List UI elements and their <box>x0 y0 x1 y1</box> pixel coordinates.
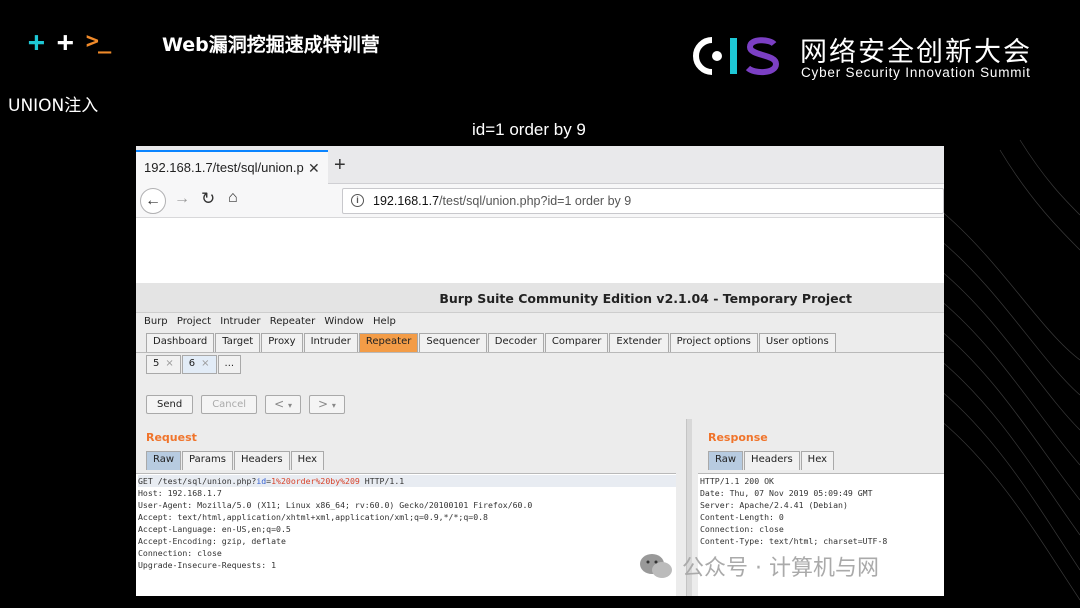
response-line: Date: Thu, 07 Nov 2019 05:09:49 GMT <box>700 488 873 498</box>
request-header-line: Upgrade-Insecure-Requests: 1 <box>138 560 277 570</box>
request-title: Request <box>146 431 197 444</box>
plus-icon: + <box>28 24 45 58</box>
response-tab-headers[interactable]: Headers <box>744 451 800 470</box>
close-icon[interactable]: × <box>201 358 209 369</box>
chevron-down-icon: ▾ <box>287 401 292 410</box>
summit-name-cn: 网络安全创新大会 <box>800 37 1032 68</box>
tab-sequencer[interactable]: Sequencer <box>419 333 487 352</box>
close-icon[interactable]: × <box>165 358 173 369</box>
burp-tool-tabs: Dashboard Target Proxy Intruder Repeater… <box>136 331 944 353</box>
course-title: Web漏洞挖掘速成特训营 <box>162 34 380 56</box>
request-header-line: Accept-Language: en-US,en;q=0.5 <box>138 524 291 534</box>
request-tab-raw[interactable]: Raw <box>146 451 182 470</box>
tab-target[interactable]: Target <box>215 333 261 352</box>
tab-decoder[interactable]: Decoder <box>487 333 544 352</box>
forward-arrow-icon[interactable]: → <box>174 190 190 208</box>
next-button[interactable]: > ▾ <box>308 395 345 414</box>
previous-button[interactable]: < ▾ <box>265 395 301 414</box>
browser-tab[interactable]: 192.168.1.7/test/sql/union.p ✕ <box>136 150 328 184</box>
reload-icon[interactable]: ↻ <box>201 189 215 209</box>
tab-comparer[interactable]: Comparer <box>544 333 609 352</box>
request-header-line: Accept: text/html,application/xhtml+xml,… <box>138 512 488 522</box>
summit-name-en: Cyber Security Innovation Summit <box>801 65 1031 80</box>
response-tabs: Raw Headers Hex <box>708 451 835 470</box>
request-editor[interactable]: GET /test/sql/union.php?id=1%20order%20b… <box>136 473 676 596</box>
brand-marks: + + >_ <box>28 24 111 58</box>
tab-repeater[interactable]: Repeater <box>358 333 419 352</box>
watermark-text: 公众号 · 计算机与网 <box>682 556 879 581</box>
response-tab-raw[interactable]: Raw <box>708 451 744 470</box>
burp-menu-bar: Burp Project Intruder Repeater Window He… <box>136 313 944 331</box>
response-line: Connection: close <box>700 524 784 534</box>
tab-proxy[interactable]: Proxy <box>261 333 303 352</box>
request-tabs: Raw Params Headers Hex <box>146 451 325 470</box>
tab-dashboard[interactable]: Dashboard <box>146 333 215 352</box>
chevron-down-icon: ▾ <box>331 401 336 410</box>
menu-repeater[interactable]: Repeater <box>270 316 315 327</box>
close-icon[interactable]: ✕ <box>308 160 320 177</box>
back-arrow-icon[interactable]: ← <box>140 188 166 214</box>
section-label: UNION注入 <box>8 96 99 116</box>
browser-nav-bar: ← → ↻ ⌂ i 192.168.1.7/test/sql/union.php… <box>136 184 944 218</box>
request-tab-params[interactable]: Params <box>182 451 233 470</box>
send-button[interactable]: Send <box>146 395 194 414</box>
repeater-sub-tabs: 5 × 6 × ... <box>136 355 242 377</box>
url-bar[interactable]: i 192.168.1.7/test/sql/union.php?id=1 or… <box>342 188 944 214</box>
request-header-line: Host: 192.168.1.7 <box>138 488 222 498</box>
request-header-line: User-Agent: Mozilla/5.0 (X11; Linux x86_… <box>138 500 533 510</box>
url-path: /test/sql/union.php?id=1 order by 9 <box>439 194 632 208</box>
home-icon[interactable]: ⌂ <box>228 189 238 207</box>
url-host: 192.168.1.7 <box>373 194 440 208</box>
cis-logo <box>693 37 780 76</box>
response-line: Content-Length: 0 <box>700 512 784 522</box>
new-tab-icon[interactable]: + <box>334 154 346 177</box>
repeater-tab-5[interactable]: 5 × <box>146 355 181 374</box>
browser-tab-bar: 192.168.1.7/test/sql/union.p ✕ + <box>136 146 944 184</box>
slide-caption: id=1 order by 9 <box>472 120 586 139</box>
menu-burp[interactable]: Burp <box>144 316 168 327</box>
menu-intruder[interactable]: Intruder <box>220 316 260 327</box>
request-tab-hex[interactable]: Hex <box>290 451 324 470</box>
tab-user-options[interactable]: User options <box>758 333 836 352</box>
response-line: Server: Apache/2.4.41 (Debian) <box>700 500 848 510</box>
cancel-button[interactable]: Cancel <box>201 395 258 414</box>
response-tab-hex[interactable]: Hex <box>800 451 835 470</box>
menu-help[interactable]: Help <box>373 316 396 327</box>
info-icon[interactable]: i <box>351 194 364 207</box>
embedded-screenshot: 192.168.1.7/test/sql/union.p ✕ + ← → ↻ ⌂… <box>136 146 944 596</box>
request-header-line: Connection: close <box>138 548 222 558</box>
terminal-prompt-icon: >_ <box>85 28 111 54</box>
request-line: GET /test/sql/union.php?id=1%20order%20b… <box>138 475 676 487</box>
watermark: 公众号 · 计算机与网 <box>638 550 879 582</box>
response-title: Response <box>708 431 768 444</box>
repeater-button-row: Send Cancel < ▾ > ▾ <box>146 395 345 417</box>
plus-icon: + <box>56 24 74 58</box>
menu-project[interactable]: Project <box>177 316 211 327</box>
browser-tab-title: 192.168.1.7/test/sql/union.p <box>144 160 304 175</box>
request-tab-headers[interactable]: Headers <box>233 451 290 470</box>
wechat-icon <box>640 554 672 578</box>
repeater-tab-more[interactable]: ... <box>217 355 242 374</box>
request-header-line: Accept-Encoding: gzip, deflate <box>138 536 286 546</box>
menu-window[interactable]: Window <box>324 316 363 327</box>
burp-title-bar: Burp Suite Community Edition v2.1.04 - T… <box>136 283 944 313</box>
tab-intruder[interactable]: Intruder <box>303 333 358 352</box>
tab-project-options[interactable]: Project options <box>669 333 758 352</box>
tab-extender[interactable]: Extender <box>609 333 669 352</box>
repeater-tab-6[interactable]: 6 × <box>181 355 217 374</box>
response-line: HTTP/1.1 200 OK <box>700 476 774 486</box>
response-line: Content-Type: text/html; charset=UTF-8 <box>700 536 888 546</box>
